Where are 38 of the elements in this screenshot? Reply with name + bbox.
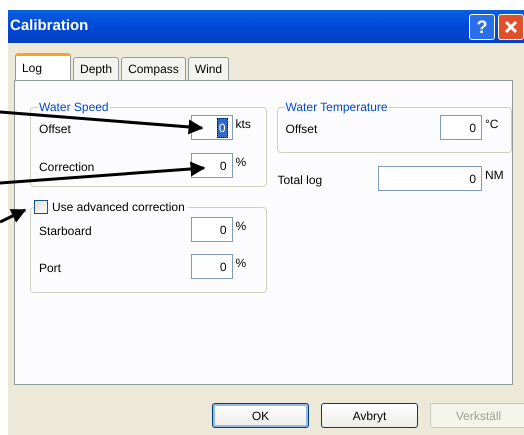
help-button[interactable]: ?	[469, 14, 495, 40]
checkbox[interactable]	[34, 200, 48, 214]
group-title: Water Speed	[38, 100, 110, 114]
field-value: 0	[218, 222, 228, 238]
number-field[interactable]: 0	[190, 217, 232, 242]
field-label: Starboard	[39, 223, 92, 240]
close-button[interactable]	[498, 14, 524, 40]
unit-label: °C	[485, 116, 500, 133]
field-label: Offset	[39, 121, 71, 138]
close-icon	[504, 20, 518, 34]
tab[interactable]: Log	[15, 53, 72, 80]
field-value: 0	[468, 170, 477, 188]
unit-label: kts	[236, 116, 252, 133]
pointer-arrow	[0, 208, 26, 224]
field-label: Correction	[39, 159, 94, 176]
tab[interactable]: Depth	[73, 57, 120, 80]
unit-label: %	[236, 255, 248, 272]
tab[interactable]: Compass	[121, 57, 186, 80]
dialog-button[interactable]: OK	[212, 403, 309, 428]
unit-label: %	[236, 154, 248, 171]
field-label: Port	[39, 260, 62, 277]
number-field[interactable]: 0	[378, 166, 482, 191]
unit-label: NM	[485, 167, 505, 184]
field-value: 0	[218, 258, 228, 276]
number-field[interactable]: 0	[190, 115, 232, 140]
dialog-button[interactable]: Avbryt	[321, 403, 418, 428]
field-value: 0	[218, 158, 228, 174]
window-title: Calibration	[10, 16, 90, 36]
number-field[interactable]: 0	[190, 254, 232, 279]
tab[interactable]: Wind	[188, 57, 230, 80]
checkbox-label: Use advanced correction	[52, 200, 185, 214]
group-title: Water Temperature	[284, 100, 389, 114]
number-field[interactable]: 0	[440, 115, 482, 140]
field-label: Total log	[278, 172, 322, 189]
field-value: 0	[216, 118, 228, 138]
field-value: 0	[468, 120, 477, 136]
unit-label: %	[236, 218, 248, 235]
field-label: Offset	[286, 121, 318, 138]
